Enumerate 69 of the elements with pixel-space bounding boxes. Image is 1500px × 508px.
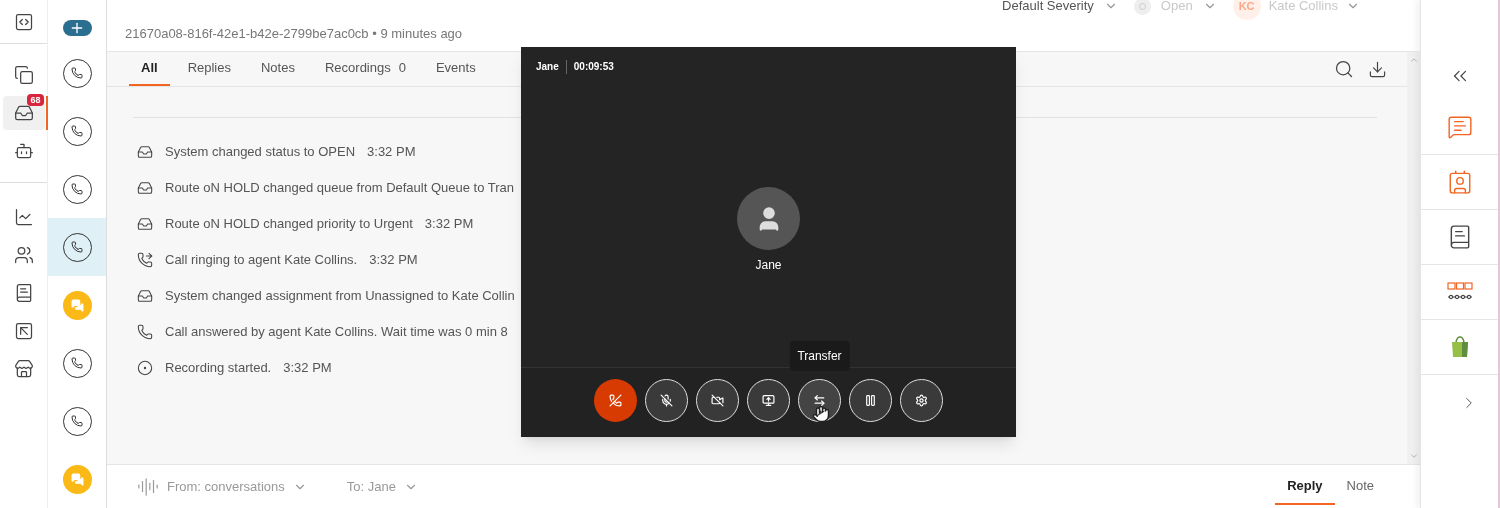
new-conversation-button[interactable] — [62, 20, 92, 36]
unread-count: 68 — [27, 94, 44, 106]
event-text: Route oN HOLD changed queue from Default Queue to Tran — [165, 179, 515, 198]
caller-name: Jane — [536, 60, 559, 74]
conversation-id: 21670a08-816f-42e1-b42e-2799be7ac0cb — [125, 26, 369, 41]
chart-icon — [13, 207, 34, 227]
search-icon[interactable] — [1334, 59, 1354, 79]
messages-icon[interactable] — [1446, 114, 1473, 140]
event-time: 3:32 PM — [367, 143, 416, 162]
code-icon — [13, 11, 34, 32]
record-icon — [137, 360, 153, 376]
pause-icon — [864, 394, 877, 407]
shopping-bag-icon[interactable] — [1449, 336, 1470, 358]
phone-forward-icon — [137, 252, 153, 268]
store-icon — [13, 359, 34, 379]
share-screen-button[interactable] — [747, 379, 790, 422]
event-text: Route oN HOLD changed priority to Urgent — [165, 215, 413, 234]
phone-hang-up-icon — [609, 394, 622, 407]
event-time: 3:32 PM — [283, 359, 332, 378]
transfer-arrows-icon — [813, 394, 826, 407]
inbox-icon — [137, 288, 153, 304]
pointer-cursor-icon — [812, 405, 830, 423]
monitor-up-icon — [762, 394, 775, 407]
inbox-icon — [137, 144, 153, 160]
nav-item[interactable]: 68 — [2, 96, 45, 130]
conversation-item[interactable] — [48, 218, 106, 276]
participant-name: Jane — [755, 257, 782, 274]
event-text: Recording started. — [165, 359, 272, 378]
tab[interactable]: Events — [423, 52, 488, 86]
download-icon[interactable] — [1368, 59, 1387, 79]
tab[interactable]: Notes — [249, 52, 307, 86]
settings-icon — [915, 394, 928, 407]
inbox-icon — [13, 103, 34, 123]
settings-button[interactable] — [900, 379, 943, 422]
robot-icon — [13, 141, 34, 161]
chat-icon — [62, 290, 92, 320]
inbox-icon — [137, 180, 153, 196]
status-icon — [1133, 0, 1151, 15]
video-off-icon — [711, 394, 724, 407]
hold-button[interactable] — [849, 379, 892, 422]
hang-up-button[interactable] — [594, 379, 637, 422]
assignee-avatar: KC — [1232, 0, 1261, 20]
composer-tab[interactable]: Note — [1334, 468, 1386, 505]
composer-tab[interactable]: Reply — [1275, 468, 1335, 505]
event-text: Call answered by agent Kate Collins. Wait time was 0 min 8 — [165, 323, 508, 342]
video-off-button[interactable] — [696, 379, 739, 422]
event-text: System changed status to OPEN — [165, 143, 356, 162]
plus-icon — [69, 20, 85, 36]
inbox-icon — [137, 216, 153, 232]
event-text: Call ringing to agent Kate Collins. — [165, 251, 358, 270]
workflow-icon[interactable] — [1446, 282, 1473, 302]
event-time: 3:32 PM — [424, 215, 474, 234]
call-timer: 00:09:53 — [573, 60, 614, 74]
event-time: 3:32 PM — [369, 251, 418, 270]
event-text: System changed assignment from Unassigned to Kate Collin — [165, 287, 515, 306]
phone-icon — [137, 324, 153, 340]
mute-button[interactable] — [645, 379, 688, 422]
copy-icon — [13, 65, 34, 85]
chat-icon — [62, 464, 92, 494]
people-icon — [13, 245, 34, 265]
tab[interactable]: Recordings 0 — [312, 52, 418, 86]
separator-dot: • — [372, 26, 377, 41]
tooltip: Transfer — [789, 341, 850, 371]
tab[interactable]: Replies — [175, 52, 243, 86]
tab[interactable]: All — [129, 52, 170, 86]
audio-wave-icon — [137, 475, 159, 498]
severity-dropdown[interactable]: Default Severity — [1002, 0, 1094, 16]
conversation-age: 9 minutes ago — [380, 26, 463, 41]
mic-off-icon — [660, 394, 673, 407]
